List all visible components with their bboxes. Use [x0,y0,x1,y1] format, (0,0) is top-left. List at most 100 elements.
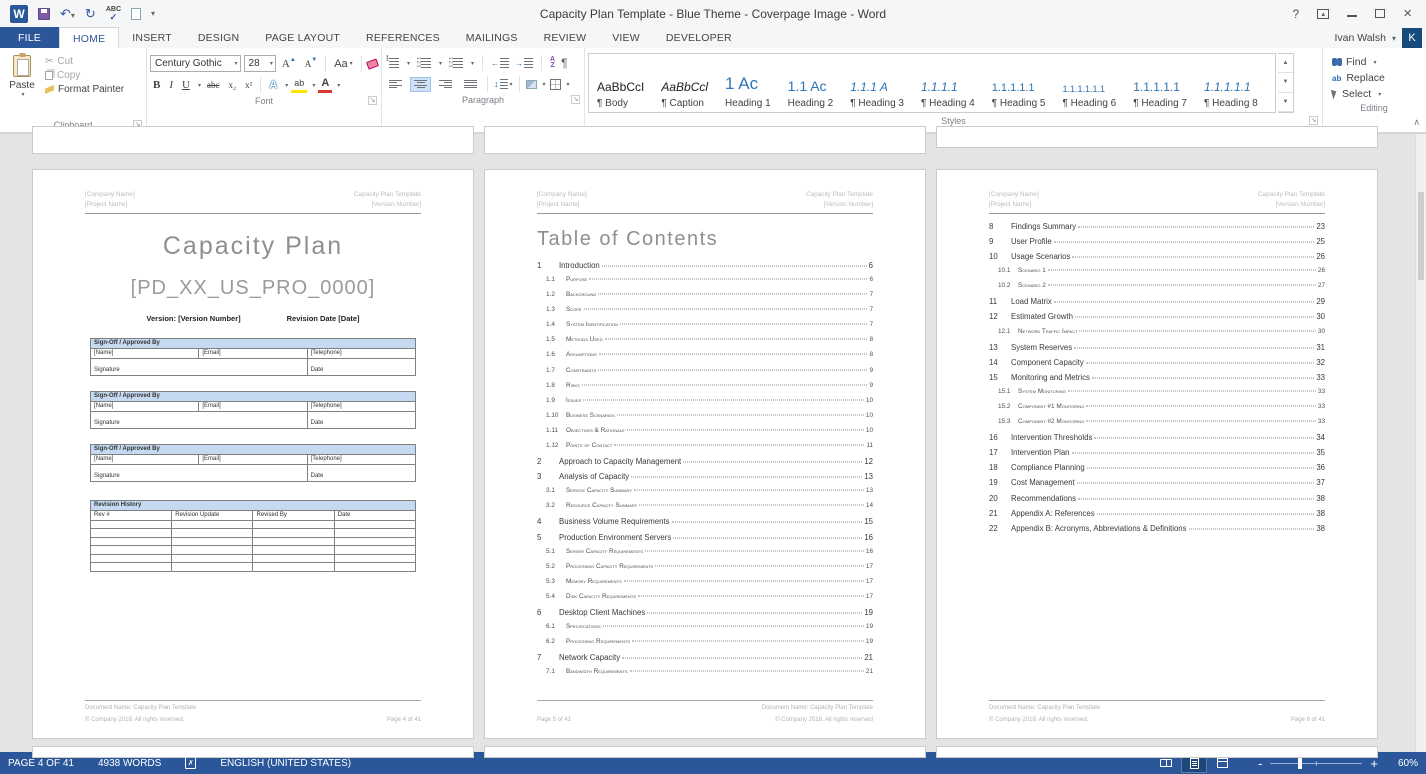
superscript-button[interactable]: x² [242,77,255,93]
toc-entry[interactable]: 6Desktop Client Machines19 [537,608,873,623]
select-button[interactable]: Select▾ [1332,88,1420,100]
subscript-button[interactable]: x₂ [225,77,239,93]
style-body[interactable]: AaBbCcI¶ Body [589,54,653,112]
multilevel-list-icon[interactable] [453,58,463,68]
toc-entry[interactable]: 10.1Scenario 126 [989,267,1325,282]
borders-icon[interactable] [550,79,561,90]
edit-document-icon[interactable] [131,8,141,20]
toc-entry[interactable]: 2Approach to Capacity Management12 [537,457,873,472]
word-count[interactable]: 4938 WORDS [98,758,161,769]
toc-entry[interactable]: 1.10Business Scenarios10 [537,412,873,427]
toc-entry[interactable]: 5.4Disk Capacity Requirements17 [537,593,873,608]
toc-entry[interactable]: 5Production Environment Servers16 [537,533,873,548]
toc-entry[interactable]: 15Monitoring and Metrics33 [989,373,1325,388]
toc-entry[interactable]: 1.5Methods Used8 [537,336,873,351]
zoom-out-button[interactable]: - [1258,757,1262,770]
word-logo-icon[interactable]: W [10,5,28,23]
zoom-slider[interactable] [1270,763,1362,764]
style-h5[interactable]: 1.1.1.1.1¶ Heading 5 [984,54,1055,112]
page-indicator[interactable]: PAGE 4 OF 41 [8,758,74,769]
close-icon[interactable]: × [1403,5,1412,22]
dialog-launcher-icon[interactable]: ↘ [571,95,580,104]
scroll-up-icon[interactable]: ▲ [1278,54,1293,73]
toc-entry[interactable]: 12.1Network Traffic Impact30 [989,328,1325,343]
shrink-font-button[interactable]: A▼ [302,56,320,72]
minimize-icon[interactable] [1347,11,1357,17]
bullets-icon[interactable] [389,58,399,68]
scrollbar-thumb[interactable] [1418,192,1424,280]
clear-formatting-icon[interactable] [366,58,379,69]
show-formatting-icon[interactable]: ¶ [561,56,567,70]
toc-entry[interactable]: 13System Reserves31 [989,343,1325,358]
style-h7[interactable]: 1.1.1.1.1¶ Heading 7 [1125,54,1196,112]
avatar[interactable]: K [1402,28,1422,48]
line-spacing-icon[interactable]: ↕▾ [494,79,513,89]
tab-mailings[interactable]: MAILINGS [453,27,531,48]
style-h9[interactable]: 1.1.1.1.1.¶ Heading 9 [1267,54,1276,112]
page-toc-1[interactable]: [Company Name][Project Name] Capacity Pl… [484,169,926,739]
style-h1[interactable]: 1 AcHeading 1 [717,54,780,112]
style-caption[interactable]: AaBbCcl¶ Caption [653,54,717,112]
spelling-check-icon[interactable]: ABC✓ [106,6,121,22]
toc-entry[interactable]: 7Network Capacity21 [537,653,873,668]
italic-button[interactable]: I [166,77,176,93]
align-left-button[interactable] [385,77,406,92]
collapse-ribbon-icon[interactable]: ∧ [1413,117,1420,128]
toc-entry[interactable]: 5.3Memory Requirements17 [537,578,873,593]
toc-entry[interactable]: 5.2Processing Capacity Requirements17 [537,563,873,578]
zoom-slider-thumb[interactable] [1298,758,1302,769]
underline-button[interactable]: U [179,77,193,93]
align-center-button[interactable] [410,77,431,92]
tab-file[interactable]: FILE [0,27,59,48]
tab-view[interactable]: VIEW [599,27,653,48]
dialog-launcher-icon[interactable]: ↘ [368,96,377,105]
sort-icon[interactable]: AZ [550,57,555,70]
toc-entry[interactable]: 1Introduction6 [537,261,873,276]
proofing-icon[interactable]: ✗ [185,757,196,769]
text-highlight-button[interactable]: ab [291,77,307,93]
style-h3[interactable]: 1.1.1 A¶ Heading 3 [842,54,913,112]
tab-references[interactable]: REFERENCES [353,27,453,48]
zoom-in-button[interactable]: + [1370,757,1378,770]
tab-insert[interactable]: INSERT [119,27,185,48]
toc-entry[interactable]: 7.1Bandwidth Requirements21 [537,668,873,683]
tab-review[interactable]: REVIEW [531,27,600,48]
toc-entry[interactable]: 16Intervention Thresholds34 [989,433,1325,448]
grow-font-button[interactable]: A▲ [279,56,299,72]
toc-entry[interactable]: 5.1Server Capacity Requirements16 [537,548,873,563]
zoom-percentage[interactable]: 60% [1392,758,1418,769]
toc-entry[interactable]: 3.2Resource Capacity Summary14 [537,502,873,517]
toc-entry[interactable]: 15.2Component #1 Monitoring33 [989,403,1325,418]
toc-entry[interactable]: 1.2Background7 [537,291,873,306]
maximize-icon[interactable] [1375,9,1385,18]
tab-developer[interactable]: DEVELOPER [653,27,745,48]
toc-entry[interactable]: 1.6Assumptions8 [537,351,873,366]
styles-more-icon[interactable]: ▼ [1278,93,1293,112]
toc-entry[interactable]: 22Appendix B: Acronyms, Abbreviations & … [989,524,1325,539]
page-toc-2[interactable]: [Company Name][Project Name] Capacity Pl… [936,169,1378,739]
format-painter-button[interactable]: Format Painter [45,84,124,95]
toc-entry[interactable]: 19Cost Management37 [989,478,1325,493]
cut-button[interactable]: ✂Cut [45,56,124,67]
language-indicator[interactable]: ENGLISH (UNITED STATES) [220,758,351,769]
justify-button[interactable] [460,77,481,92]
toc-entry[interactable]: 21Appendix A: References38 [989,509,1325,524]
shading-icon[interactable] [526,80,537,89]
save-icon[interactable] [38,8,50,20]
help-icon[interactable]: ? [1293,8,1300,20]
toc-entry[interactable]: 1.1Purpose6 [537,276,873,291]
increase-indent-icon[interactable]: → [515,58,533,68]
change-case-button[interactable]: Aa▾ [331,56,355,72]
customize-qat-icon[interactable]: ▾ [151,9,155,18]
tab-page-layout[interactable]: PAGE LAYOUT [252,27,353,48]
account-area[interactable]: Ivan Walsh ▾ K [1334,28,1426,48]
undo-icon[interactable]: ↶▾ [60,7,75,20]
style-h8[interactable]: 1.1.1.1.1¶ Heading 8 [1196,54,1267,112]
style-h6[interactable]: 1.1.1.1.1.1¶ Heading 6 [1054,54,1125,112]
toc-entry[interactable]: 8Findings Summary23 [989,222,1325,237]
redo-icon[interactable]: ↻ [85,7,96,20]
toc-entry[interactable]: 17Intervention Plan35 [989,448,1325,463]
scroll-down-icon[interactable]: ▼ [1278,73,1293,92]
toc-entry[interactable]: 6.1Specifications19 [537,623,873,638]
text-effects-button[interactable]: A [266,77,280,93]
